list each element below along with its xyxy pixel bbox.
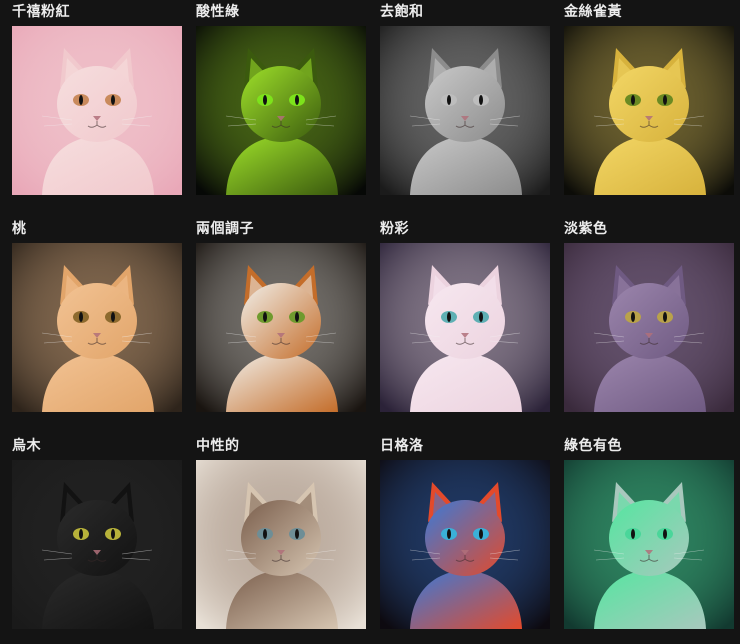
gallery-card-lilac[interactable]: 淡紫色 [564, 217, 734, 434]
gallery-card-pastel[interactable]: 粉彩 [380, 217, 550, 434]
gallery-grid: 千禧粉紅 酸性綠 去飽和 金絲雀黃 桃 兩個調子 粉彩 淡紫色 烏木 中性的 日… [12, 0, 734, 644]
cat-image-thumbnail[interactable] [564, 26, 734, 195]
gallery-card-ebony[interactable]: 烏木 [12, 434, 182, 644]
gallery-card-dayglow[interactable]: 日格洛 [380, 434, 550, 644]
cat-image-thumbnail[interactable] [12, 26, 182, 195]
card-label: 中性的 [196, 438, 240, 454]
gallery-card-neutral[interactable]: 中性的 [196, 434, 366, 644]
cat-image-thumbnail[interactable] [564, 460, 734, 629]
cat-image-thumbnail[interactable] [380, 460, 550, 629]
gallery-card-millennial-pink[interactable]: 千禧粉紅 [12, 0, 182, 217]
cat-image-thumbnail[interactable] [12, 243, 182, 412]
gallery-card-canary-yellow[interactable]: 金絲雀黃 [564, 0, 734, 217]
cat-image-thumbnail[interactable] [12, 460, 182, 629]
cat-image-thumbnail[interactable] [380, 243, 550, 412]
cat-color-gallery: 千禧粉紅 酸性綠 去飽和 金絲雀黃 桃 兩個調子 粉彩 淡紫色 烏木 中性的 日… [0, 0, 740, 644]
cat-image-thumbnail[interactable] [564, 243, 734, 412]
card-label: 兩個調子 [196, 221, 254, 237]
card-label: 綠色有色 [564, 438, 622, 454]
gallery-card-two-tone[interactable]: 兩個調子 [196, 217, 366, 434]
card-label: 粉彩 [380, 221, 409, 237]
gallery-card-acid-green[interactable]: 酸性綠 [196, 0, 366, 217]
card-label: 日格洛 [380, 438, 424, 454]
gallery-card-peach[interactable]: 桃 [12, 217, 182, 434]
card-label: 千禧粉紅 [12, 4, 70, 20]
cat-image-thumbnail[interactable] [380, 26, 550, 195]
cat-image-thumbnail[interactable] [196, 26, 366, 195]
card-label: 烏木 [12, 438, 41, 454]
gallery-card-desaturated[interactable]: 去飽和 [380, 0, 550, 217]
card-label: 酸性綠 [196, 4, 240, 20]
cat-image-thumbnail[interactable] [196, 460, 366, 629]
gallery-card-green-tint[interactable]: 綠色有色 [564, 434, 734, 644]
card-label: 淡紫色 [564, 221, 608, 237]
card-label: 金絲雀黃 [564, 4, 622, 20]
card-label: 桃 [12, 221, 27, 237]
card-label: 去飽和 [380, 4, 424, 20]
cat-image-thumbnail[interactable] [196, 243, 366, 412]
